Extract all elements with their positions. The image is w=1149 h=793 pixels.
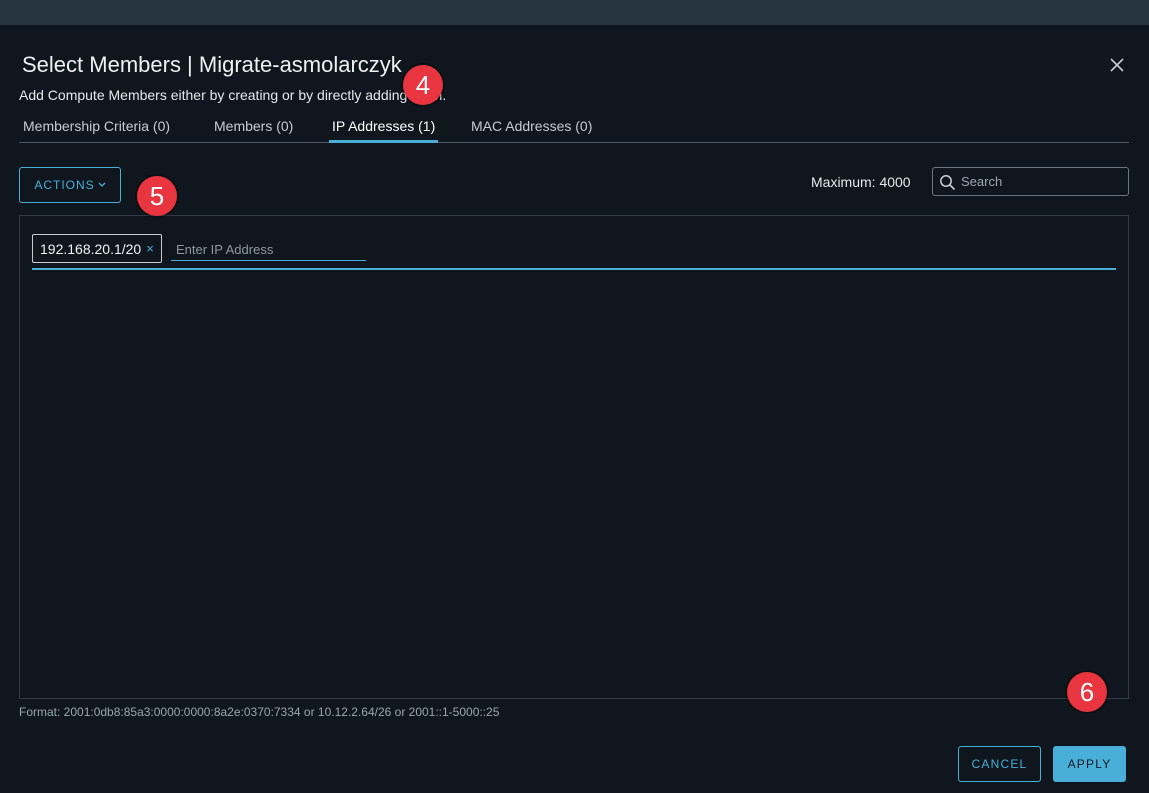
- step-badge-6: 6: [1067, 672, 1107, 712]
- tab-ip-addresses[interactable]: IP Addresses (1): [329, 118, 439, 143]
- tab-members[interactable]: Members (0): [211, 118, 296, 143]
- modal-subtitle: Add Compute Members either by creating o…: [19, 87, 447, 103]
- apply-button[interactable]: APPLY: [1053, 746, 1126, 782]
- app-header-bar: [0, 0, 1149, 25]
- modal-title: Select Members | Migrate-asmolarczyk: [22, 52, 402, 77]
- search-box: [932, 167, 1129, 196]
- ip-chip: 192.168.20.1/20 ×: [32, 234, 162, 263]
- ip-address-panel: 192.168.20.1/20 ×: [19, 215, 1129, 699]
- format-hint: Format: 2001:0db8:85a3:0000:0000:8a2e:03…: [19, 705, 500, 719]
- input-focus-underline: [32, 268, 1116, 270]
- cancel-button[interactable]: CANCEL: [958, 746, 1041, 782]
- step-badge-4: 4: [403, 65, 443, 105]
- tab-membership-criteria[interactable]: Membership Criteria (0): [20, 118, 173, 143]
- ip-address-input[interactable]: [171, 238, 366, 261]
- tab-bar: Membership Criteria (0) Members (0) IP A…: [19, 115, 1129, 143]
- chip-remove-icon[interactable]: ×: [146, 242, 154, 255]
- actions-button-label: ACTIONS: [34, 178, 95, 192]
- search-icon: [940, 175, 956, 191]
- tab-mac-addresses[interactable]: MAC Addresses (0): [468, 118, 595, 143]
- actions-button[interactable]: ACTIONS: [19, 167, 121, 203]
- select-members-modal: Select Members | Migrate-asmolarczyk Add…: [0, 25, 1149, 793]
- maximum-label: Maximum: 4000: [811, 174, 911, 190]
- close-icon: [1110, 58, 1124, 72]
- close-button[interactable]: [1106, 54, 1128, 76]
- search-input[interactable]: [961, 171, 1121, 192]
- step-badge-5: 5: [137, 176, 177, 216]
- ip-chip-label: 192.168.20.1/20: [40, 240, 142, 257]
- chevron-down-icon: [98, 182, 106, 187]
